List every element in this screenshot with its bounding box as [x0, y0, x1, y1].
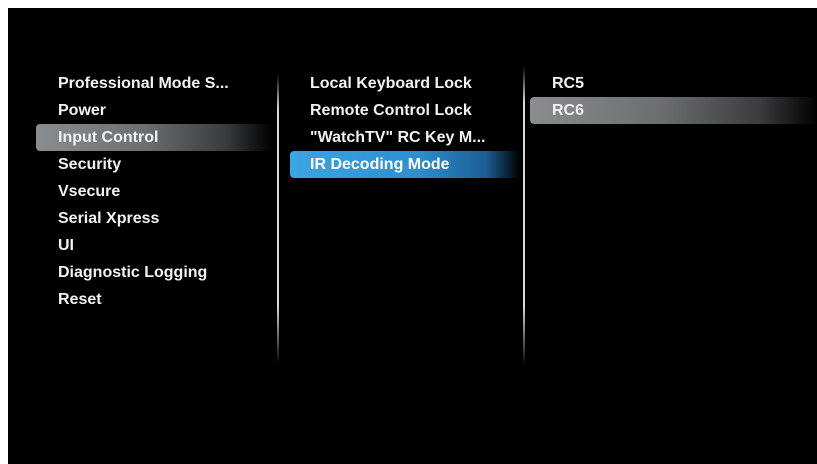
submenu-item-local-keyboard-lock[interactable]: Local Keyboard Lock — [290, 70, 520, 97]
submenu-item-label: Local Keyboard Lock — [310, 75, 472, 92]
submenu-item-watchtv-rc-key[interactable]: "WatchTV" RC Key M... — [290, 124, 520, 151]
menu-item-label: Security — [58, 156, 122, 173]
input-control-submenu: Local Keyboard Lock Remote Control Lock … — [290, 70, 520, 178]
menu-item-label: Vsecure — [58, 183, 121, 200]
menu-item-label: Input Control — [58, 129, 159, 146]
option-label: RC5 — [552, 75, 585, 92]
option-rc5[interactable]: RC5 — [530, 70, 817, 97]
menu-item-label: Diagnostic Logging — [58, 264, 208, 281]
menu-item-label: Serial Xpress — [58, 210, 160, 227]
tv-settings-screen: Professional Mode S... Power Input Contr… — [8, 8, 817, 464]
menu-item-reset[interactable]: Reset — [36, 286, 272, 313]
menu-item-professional-mode[interactable]: Professional Mode S... — [36, 70, 272, 97]
ir-decoding-options: RC5 RC6 — [530, 70, 817, 124]
menu-item-security[interactable]: Security — [36, 151, 272, 178]
column-divider — [523, 66, 525, 366]
submenu-item-label: IR Decoding Mode — [310, 156, 450, 173]
submenu-item-ir-decoding-mode[interactable]: IR Decoding Mode — [290, 151, 520, 178]
submenu-item-label: Remote Control Lock — [310, 102, 472, 119]
menu-item-label: Reset — [58, 291, 102, 308]
menu-item-input-control[interactable]: Input Control — [36, 124, 272, 151]
main-menu: Professional Mode S... Power Input Contr… — [36, 70, 272, 313]
submenu-item-remote-control-lock[interactable]: Remote Control Lock — [290, 97, 520, 124]
option-rc6[interactable]: RC6 — [530, 97, 817, 124]
menu-item-serial-xpress[interactable]: Serial Xpress — [36, 205, 272, 232]
menu-item-ui[interactable]: UI — [36, 232, 272, 259]
menu-item-diagnostic-logging[interactable]: Diagnostic Logging — [36, 259, 272, 286]
menu-item-label: Professional Mode S... — [58, 75, 229, 92]
menu-item-vsecure[interactable]: Vsecure — [36, 178, 272, 205]
menu-item-label: Power — [58, 102, 107, 119]
column-divider — [277, 74, 279, 364]
menu-item-power[interactable]: Power — [36, 97, 272, 124]
option-label: RC6 — [552, 102, 585, 119]
submenu-item-label: "WatchTV" RC Key M... — [310, 129, 486, 146]
menu-item-label: UI — [58, 237, 74, 254]
